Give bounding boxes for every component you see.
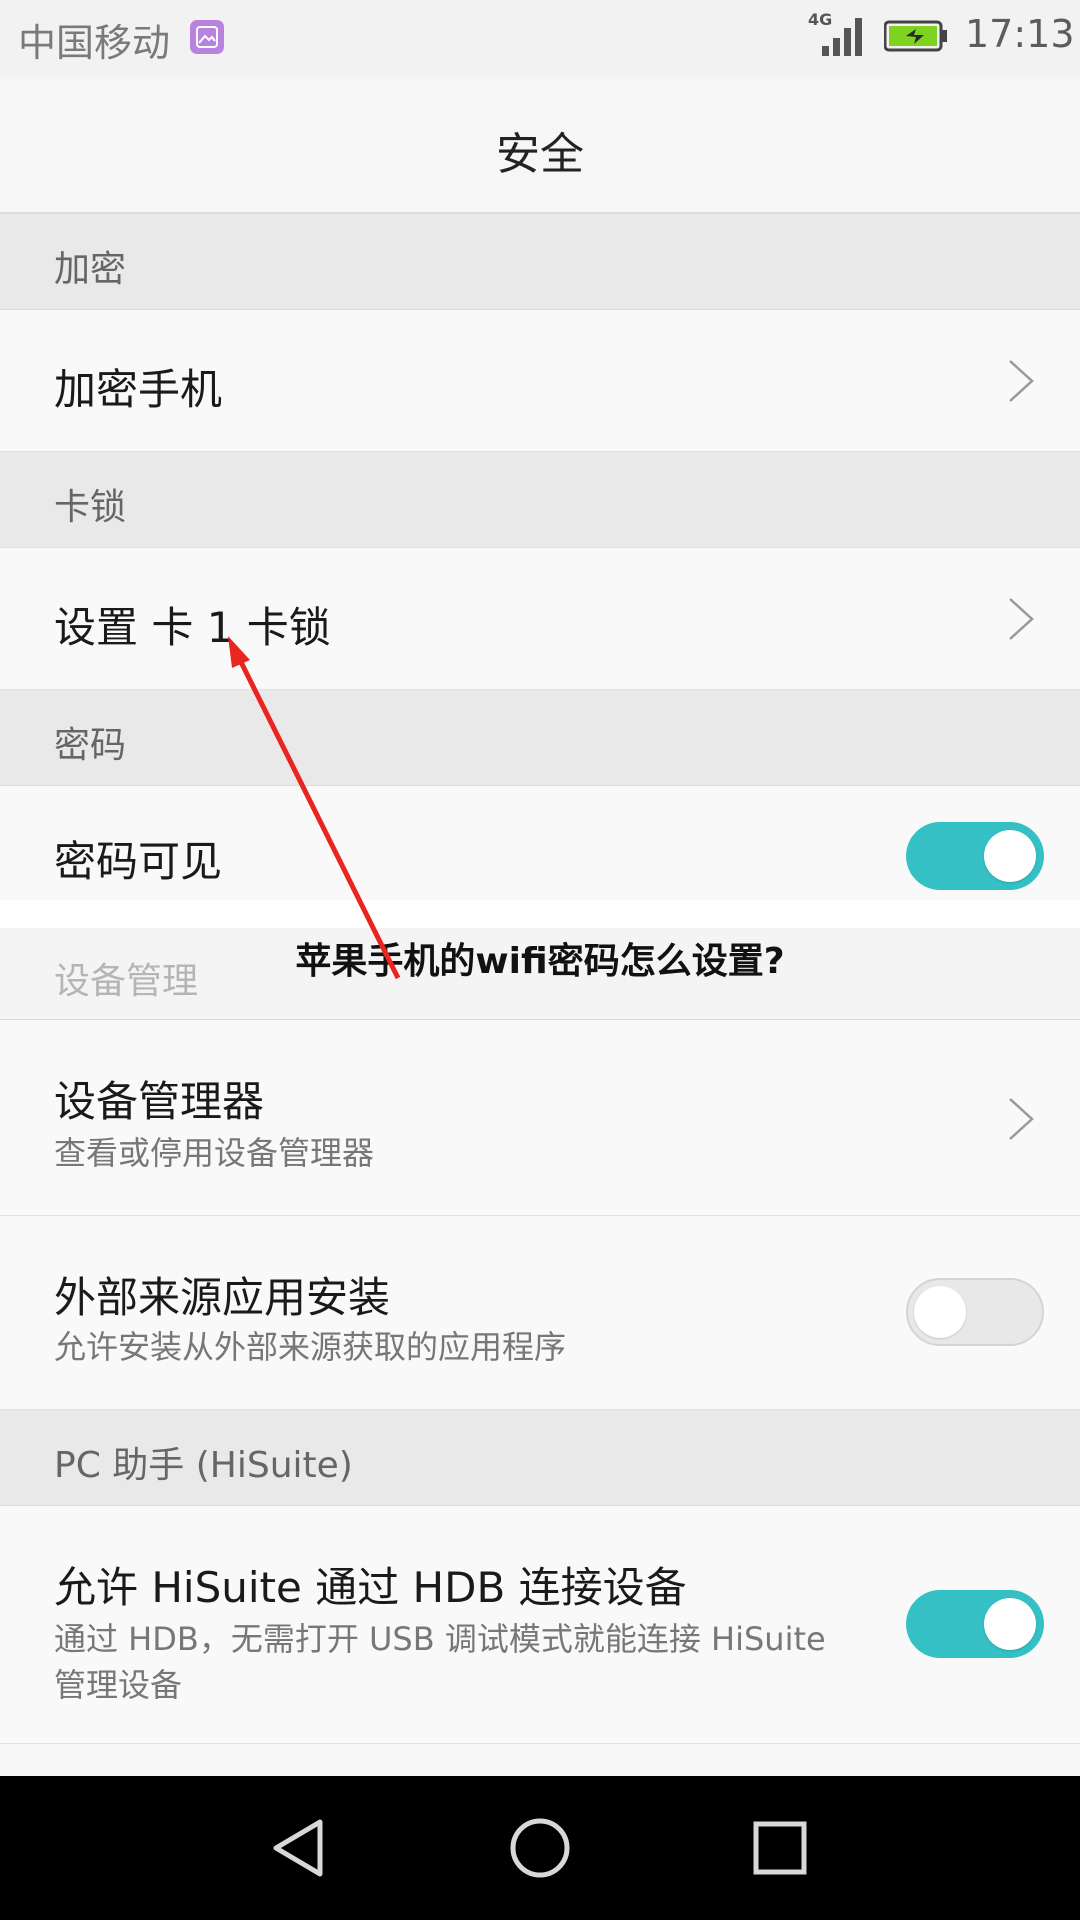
chevron-right-icon — [1009, 1098, 1034, 1140]
row-title: 密码可见 — [54, 837, 223, 886]
row-subtitle: 通过 HDB，无需打开 USB 调试模式就能连接 HiSuite 管理设备 — [54, 1620, 826, 1704]
row-title: 允许 HiSuite 通过 HDB 连接设备 — [54, 1563, 687, 1612]
row-title: 外部来源应用安装 — [54, 1273, 391, 1322]
chevron-right-icon — [1009, 360, 1034, 402]
section-label: 卡锁 — [54, 487, 127, 528]
section-label: 加密 — [54, 249, 127, 290]
section-header-sim-lock: 卡锁 — [0, 452, 1080, 548]
toggle-knob — [984, 1598, 1036, 1650]
section-label: 密码 — [54, 725, 127, 766]
chevron-right-icon — [1009, 598, 1034, 640]
row-title: 加密手机 — [54, 365, 223, 414]
row-title: 设备管理器 — [54, 1077, 265, 1126]
row-device-admins[interactable]: 设备管理器 查看或停用设备管理器 — [0, 1020, 1080, 1216]
clock: 17:13 — [965, 12, 1075, 56]
section-header-hisuite: PC 助手 (HiSuite) — [0, 1410, 1080, 1506]
gallery-notification-icon — [190, 20, 224, 54]
battery-charging-icon — [884, 20, 947, 52]
title-bar: 安全 — [0, 76, 1080, 214]
carrier-name: 中国移动 — [18, 21, 171, 65]
section-label: PC 助手 (HiSuite) — [54, 1445, 353, 1486]
row-hisuite-hdb[interactable]: 允许 HiSuite 通过 HDB 连接设备 通过 HDB，无需打开 USB 调… — [0, 1506, 1080, 1744]
signal-icon — [822, 18, 862, 56]
row-subtitle: 查看或停用设备管理器 — [54, 1134, 375, 1172]
unknown-sources-toggle[interactable] — [906, 1278, 1044, 1346]
home-icon[interactable] — [504, 1812, 576, 1884]
row-sim-lock-setup[interactable]: 设置 卡 1 卡锁 — [0, 548, 1080, 690]
row-show-password[interactable]: 密码可见 — [0, 786, 1080, 900]
row-subtitle: 允许安装从外部来源获取的应用程序 — [54, 1328, 567, 1366]
back-icon[interactable] — [264, 1812, 336, 1884]
hisuite-hdb-toggle[interactable] — [906, 1590, 1044, 1658]
toggle-knob — [914, 1286, 966, 1338]
section-header-encryption: 加密 — [0, 214, 1080, 310]
recents-icon[interactable] — [744, 1812, 816, 1884]
overlay-band — [0, 900, 1080, 928]
navigation-bar — [0, 1776, 1080, 1920]
overlay-caption: 苹果手机的wifi密码怎么设置? — [295, 941, 785, 982]
section-header-password: 密码 — [0, 690, 1080, 786]
status-bar: 中国移动 4G 17:13 — [0, 0, 1080, 76]
row-encrypt-phone[interactable]: 加密手机 — [0, 310, 1080, 452]
toggle-knob — [984, 830, 1036, 882]
show-password-toggle[interactable] — [906, 822, 1044, 890]
row-title: 设置 卡 1 卡锁 — [54, 603, 331, 652]
row-unknown-sources[interactable]: 外部来源应用安装 允许安装从外部来源获取的应用程序 — [0, 1216, 1080, 1410]
page-title: 安全 — [496, 129, 584, 180]
